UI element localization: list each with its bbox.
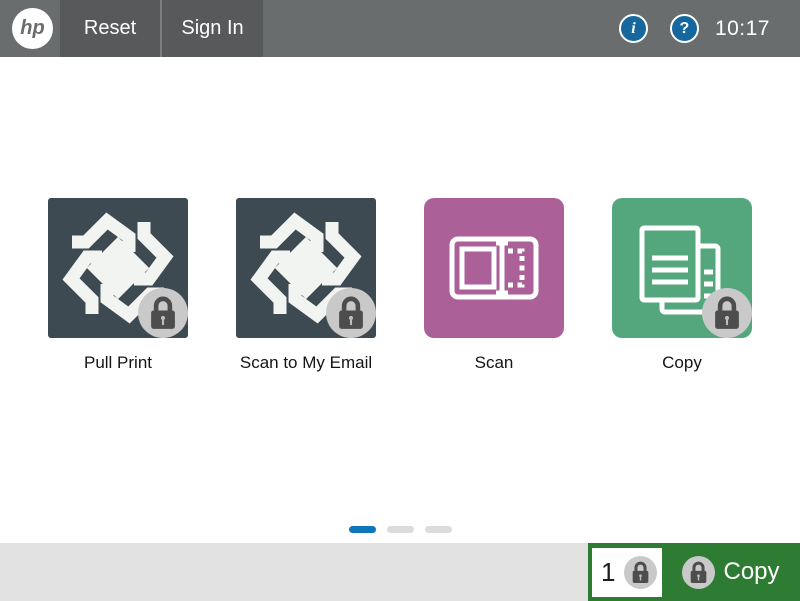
- copy-action-bar: 1 Copy: [588, 543, 800, 601]
- tile-copy[interactable]: [612, 198, 752, 338]
- clock: 10:17: [715, 17, 770, 41]
- copy-button-label: Copy: [723, 558, 779, 586]
- tile-scan[interactable]: [424, 198, 564, 338]
- tile-scan-to-my-email[interactable]: [236, 198, 376, 338]
- top-bar: hp Reset Sign In i ? 10:17: [0, 0, 800, 57]
- hp-logo-text: hp: [20, 17, 44, 40]
- copy-count-value: 1: [601, 557, 615, 588]
- page-indicator-dot-1[interactable]: [349, 526, 376, 533]
- help-icon-glyph: ?: [680, 20, 690, 38]
- scan-icon: [424, 198, 564, 338]
- tile-label-scan-to-my-email: Scan to My Email: [216, 353, 396, 373]
- lock-badge-icon: [702, 288, 752, 338]
- topbar-status-area: i ? 10:17: [619, 0, 770, 57]
- info-icon-glyph: i: [631, 20, 635, 38]
- tile-label-copy: Copy: [592, 353, 772, 373]
- lock-icon: [682, 556, 715, 589]
- page-indicator-dot-2[interactable]: [387, 526, 414, 533]
- lock-badge-icon: [326, 288, 376, 338]
- copy-button[interactable]: Copy: [662, 543, 800, 601]
- printer-home-screen: hp Reset Sign In i ? 10:17: [0, 0, 800, 601]
- hp-logo[interactable]: hp: [12, 8, 53, 49]
- lock-badge-icon: [138, 288, 188, 338]
- sign-in-button[interactable]: Sign In: [162, 0, 263, 57]
- tile-pull-print[interactable]: [48, 198, 188, 338]
- tile-label-scan: Scan: [404, 353, 584, 373]
- page-indicator-dot-3[interactable]: [425, 526, 452, 533]
- lock-icon: [624, 556, 657, 589]
- page-indicator: [0, 526, 800, 533]
- tile-label-pull-print: Pull Print: [28, 353, 208, 373]
- info-icon[interactable]: i: [619, 14, 648, 43]
- reset-button[interactable]: Reset: [60, 0, 160, 57]
- copy-count-field[interactable]: 1: [592, 548, 662, 597]
- help-icon[interactable]: ?: [670, 14, 699, 43]
